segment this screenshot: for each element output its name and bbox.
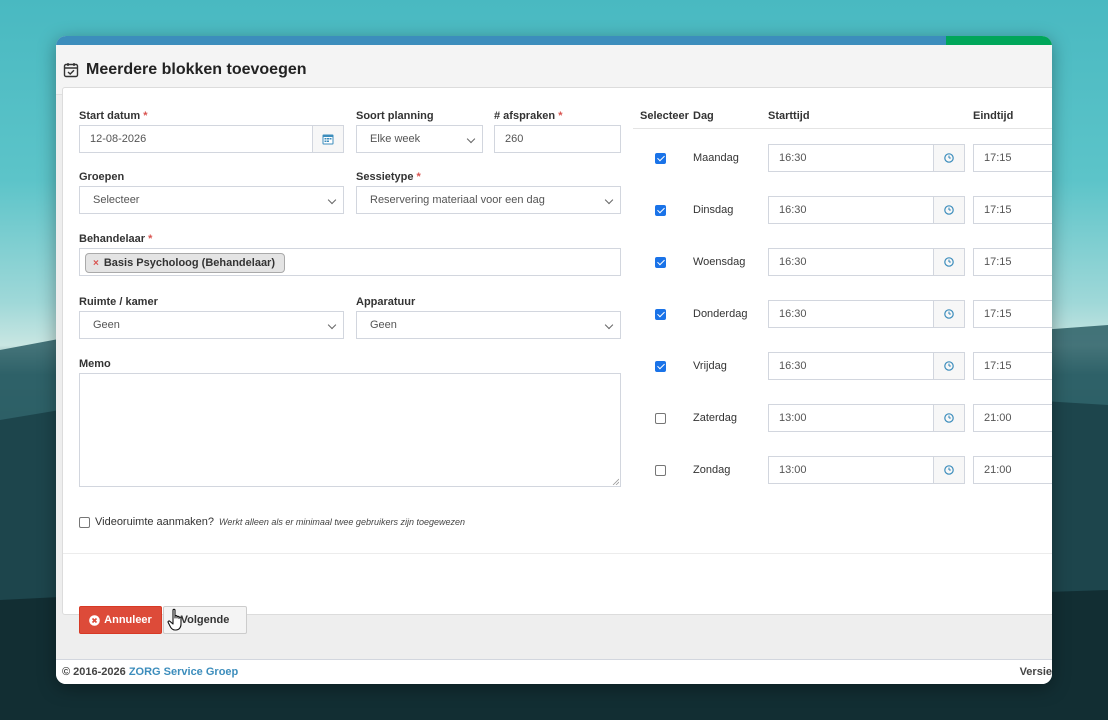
start-time-picker-button[interactable] (933, 301, 964, 327)
day-label: Dinsdag (693, 204, 734, 216)
start-time-picker-button[interactable] (933, 353, 964, 379)
day-select-checkbox[interactable] (655, 361, 666, 372)
col-header-day: Dag (693, 110, 714, 122)
clock-icon (944, 309, 954, 319)
copyright-text: © 2016-2026 (62, 666, 126, 678)
clock-icon (944, 361, 954, 371)
end-time-input[interactable]: 17:15 (973, 352, 1052, 380)
equipment-select[interactable]: Geen (356, 311, 621, 339)
appointments-label: # afspraken * (494, 110, 563, 122)
end-time-input[interactable]: 21:00 (973, 404, 1052, 432)
calendar-button[interactable] (312, 126, 343, 152)
calendar-icon (322, 134, 334, 145)
start-date-label: Start datum * (79, 110, 148, 122)
footer: © 2016-2026 ZORG Service Groep Versie (56, 659, 1052, 684)
start-time-input[interactable]: 13:00 (768, 404, 965, 432)
practitioner-label: Behandelaar * (79, 233, 153, 245)
appointments-input[interactable]: 260 (494, 125, 621, 153)
day-label: Donderdag (693, 308, 748, 320)
col-header-end: Eindtijd (973, 110, 1014, 122)
window-topbar (56, 36, 1052, 45)
video-room-option: Videoruimte aanmaken? Werkt alleen als e… (79, 516, 465, 528)
col-header-select: Selecteer (640, 110, 689, 122)
start-date-input[interactable]: 12-08-2026 (79, 125, 344, 153)
session-type-label: Sessietype * (356, 171, 421, 183)
end-time-input[interactable]: 17:15 (973, 144, 1052, 172)
hand-cursor-icon (167, 608, 182, 631)
start-time-input[interactable]: 16:30 (768, 248, 965, 276)
day-label: Woensdag (693, 256, 746, 268)
day-label: Zondag (693, 464, 731, 476)
remove-tag-icon[interactable]: × (93, 258, 99, 269)
video-room-checkbox[interactable] (79, 516, 90, 528)
start-time-input[interactable]: 16:30 (768, 144, 965, 172)
close-circle-icon (89, 614, 100, 626)
planning-type-select[interactable]: Elke week (356, 125, 483, 153)
start-time-picker-button[interactable] (933, 145, 964, 171)
memo-textarea[interactable] (79, 373, 621, 487)
clock-icon (944, 205, 954, 215)
day-select-checkbox[interactable] (655, 205, 666, 216)
equipment-label: Apparatuur (356, 296, 416, 308)
clock-icon (944, 257, 954, 267)
col-header-start: Starttijd (768, 110, 810, 122)
day-select-checkbox[interactable] (655, 465, 666, 476)
groups-label: Groepen (79, 171, 125, 183)
clock-icon (944, 413, 954, 423)
dialog-window: Meerdere blokken toevoegen Start datum *… (56, 36, 1052, 684)
calendar-check-icon (63, 62, 79, 77)
session-type-select[interactable]: Reservering materiaal voor een dag (356, 186, 621, 214)
memo-label: Memo (79, 358, 111, 370)
start-time-picker-button[interactable] (933, 457, 964, 483)
brand-link[interactable]: ZORG Service Groep (129, 666, 238, 678)
start-time-input[interactable]: 16:30 (768, 300, 965, 328)
dialog-title: Meerdere blokken toevoegen (86, 60, 307, 78)
video-room-label: Videoruimte aanmaken? (95, 516, 215, 528)
clock-icon (944, 153, 954, 163)
start-time-input[interactable]: 16:30 (768, 352, 965, 380)
practitioner-tag: × Basis Psycholoog (Behandelaar) (85, 253, 286, 273)
version-text: Versie (1019, 666, 1052, 678)
day-label: Vrijdag (693, 360, 727, 372)
start-time-input[interactable]: 16:30 (768, 196, 965, 224)
start-time-input[interactable]: 13:00 (768, 456, 965, 484)
start-time-picker-button[interactable] (933, 405, 964, 431)
end-time-input[interactable]: 17:15 (973, 248, 1052, 276)
day-label: Zaterdag (693, 412, 738, 424)
clock-icon (944, 465, 954, 475)
groups-select[interactable]: Selecteer (79, 186, 344, 214)
end-time-input[interactable]: 17:15 (973, 300, 1052, 328)
planning-type-label: Soort planning (356, 110, 434, 122)
end-time-input[interactable]: 17:15 (973, 196, 1052, 224)
end-time-input[interactable]: 21:00 (973, 456, 1052, 484)
start-time-picker-button[interactable] (933, 197, 964, 223)
video-room-hint: Werkt alleen als er minimaal twee gebrui… (219, 517, 465, 527)
cancel-button[interactable]: Annuleer (79, 606, 162, 634)
day-select-checkbox[interactable] (655, 257, 666, 268)
practitioner-multiselect[interactable]: × Basis Psycholoog (Behandelaar) (79, 248, 621, 276)
day-select-checkbox[interactable] (655, 413, 666, 424)
day-select-checkbox[interactable] (655, 309, 666, 320)
day-select-checkbox[interactable] (655, 153, 666, 164)
start-time-picker-button[interactable] (933, 249, 964, 275)
day-label: Maandag (693, 152, 739, 164)
form-panel: Start datum * 12-08-2026 Soort planning … (62, 87, 1052, 634)
room-select[interactable]: Geen (79, 311, 344, 339)
resize-handle-icon[interactable] (612, 478, 619, 485)
room-label: Ruimte / kamer (79, 296, 158, 308)
